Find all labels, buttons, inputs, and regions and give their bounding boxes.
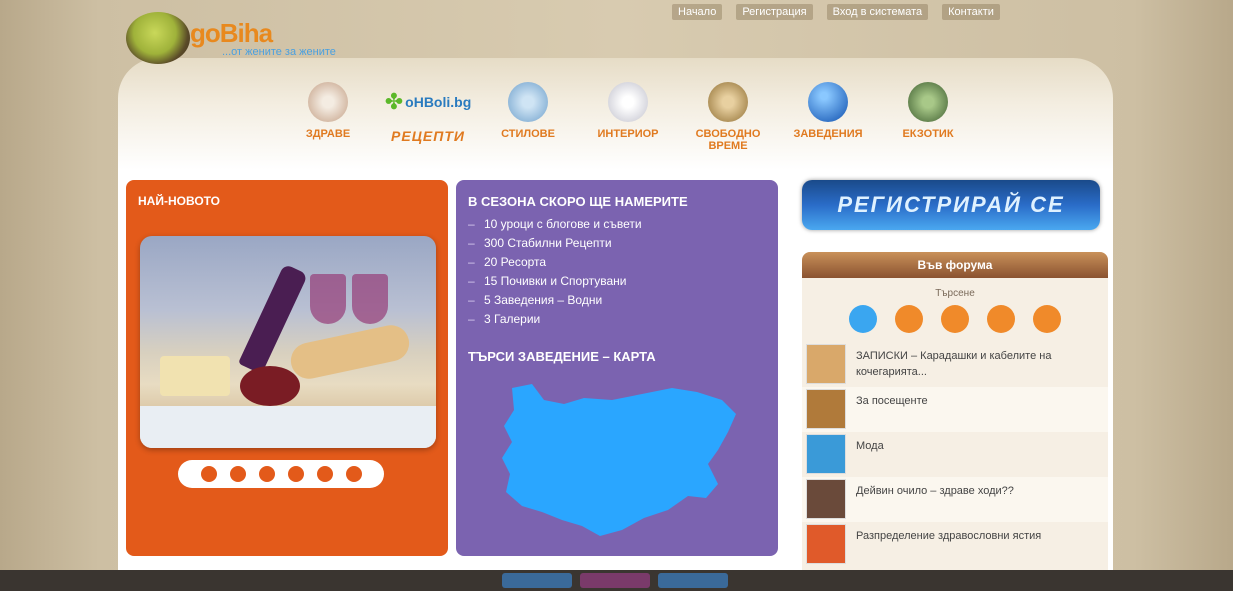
forum-news: ЗАПИСКИ – Карадашки и кабелите на кочега…: [802, 342, 1108, 567]
forum-tab[interactable]: [895, 305, 923, 333]
forum-tabs: [802, 299, 1108, 333]
leisure-icon: [708, 82, 748, 122]
nav-item-exotic[interactable]: Екзотик: [878, 82, 978, 152]
nav-label: Здраве: [305, 128, 351, 140]
forum-header: Във форума: [802, 252, 1108, 278]
list-item[interactable]: За посещенте: [802, 387, 1108, 432]
interior-icon: [608, 82, 648, 122]
news-thumbnail: [806, 524, 846, 564]
forum-tab[interactable]: [1033, 305, 1061, 333]
pager-dot[interactable]: [316, 466, 333, 482]
list-item: 3 Галерии: [468, 310, 766, 329]
logo-icon[interactable]: [126, 12, 190, 64]
pager-dot[interactable]: [345, 466, 362, 482]
news-thumbnail: [806, 479, 846, 519]
header: goBiha ...от жените за жените Здраве ✤ oH…: [118, 0, 1113, 170]
nav-label: Рецепти: [391, 128, 465, 144]
news-thumbnail: [806, 344, 846, 384]
list-item[interactable]: Разпределение здравословни ястия: [802, 522, 1108, 567]
news-thumbnail: [806, 389, 846, 429]
nav-label: Интериор: [597, 128, 659, 140]
globe-icon: [808, 82, 848, 122]
main-nav: Здраве ✤ oHBoli.bg Рецепти Стилове Интери…: [278, 82, 978, 152]
nav-item-leisure[interactable]: Свободно време: [678, 82, 778, 152]
footer-link[interactable]: [580, 573, 650, 588]
cheese: [160, 356, 230, 396]
health-icon: [308, 82, 348, 122]
news-title[interactable]: ЗАПИСКИ – Карадашки и кабелите на кочега…: [856, 344, 1104, 380]
tab-caption: Търсене: [935, 288, 975, 299]
news-title[interactable]: Мода: [856, 434, 884, 454]
news-title[interactable]: Дейвин очило – здраве ходи??: [856, 479, 1014, 499]
berries: [240, 366, 300, 406]
bread: [287, 321, 413, 383]
footer-bar: [0, 570, 1233, 591]
bulgaria-map[interactable]: [492, 380, 742, 546]
forum-panel: Търсене ЗАПИСКИ – Карадашки и кабелите н…: [802, 278, 1108, 570]
list-item: 300 Стабилни Рецепти: [468, 234, 766, 253]
latest-panel: Най-новото: [126, 180, 448, 556]
nav-item-health[interactable]: Здраве: [278, 82, 378, 152]
wine-glass: [352, 274, 388, 324]
nav-label: Свободно време: [695, 128, 761, 152]
footer-link[interactable]: [502, 573, 572, 588]
list-item[interactable]: ЗАПИСКИ – Карадашки и кабелите на кочега…: [802, 342, 1108, 387]
list-item: 5 Заведения – Водни: [468, 291, 766, 310]
list-item[interactable]: Дейвин очило – здраве ходи??: [802, 477, 1108, 522]
forum-tab[interactable]: [849, 305, 877, 333]
forum-tab[interactable]: [987, 305, 1015, 333]
list-item: 20 Ресорта: [468, 253, 766, 272]
nav-item-places[interactable]: Заведения: [778, 82, 878, 152]
logo-tagline: ...от жените за жените: [222, 46, 336, 58]
list-item: 10 уроци с блогове и съвети: [468, 215, 766, 234]
news-thumbnail: [806, 434, 846, 474]
pager-dot[interactable]: [229, 466, 246, 482]
style-icon: [508, 82, 548, 122]
pager-dot[interactable]: [258, 466, 275, 482]
register-button[interactable]: РЕГИСТРИРАЙ СЕ: [802, 180, 1100, 230]
news-title[interactable]: Разпределение здравословни ястия: [856, 524, 1041, 544]
nav-item-recipes[interactable]: ✤ oHBoli.bg Рецепти: [378, 82, 478, 152]
plate: [140, 406, 436, 448]
ohboli-logo-icon: ✤ oHBoli.bg: [384, 89, 472, 114]
wine-glass: [310, 274, 346, 324]
coming-soon-panel: В сезона скоро ще намерите 10 уроци с бл…: [456, 180, 778, 556]
nav-item-interior[interactable]: Интериор: [578, 82, 678, 152]
footer-link[interactable]: [658, 573, 728, 588]
nav-label: Заведения: [793, 128, 863, 140]
coming-soon-title: В сезона скоро ще намерите: [468, 194, 688, 209]
list-item: 15 Почивки и Спортувани: [468, 272, 766, 291]
forum-tab[interactable]: [941, 305, 969, 333]
nav-label: Стилове: [501, 128, 555, 140]
nav-item-styles[interactable]: Стилове: [478, 82, 578, 152]
news-title[interactable]: За посещенте: [856, 389, 928, 409]
logo-name[interactable]: goBiha: [190, 18, 273, 49]
ohboli-brand: oHBoli.bg: [405, 94, 472, 110]
nav-label: Екзотик: [902, 128, 954, 140]
list-item[interactable]: Мода: [802, 432, 1108, 477]
featured-photo[interactable]: [140, 236, 436, 448]
pager-dot[interactable]: [287, 466, 304, 482]
map-title: Търси заведение – карта: [468, 349, 656, 364]
pager-dot[interactable]: [200, 466, 217, 482]
travel-icon: [908, 82, 948, 122]
slider-pager: [178, 460, 384, 488]
coming-soon-list: 10 уроци с блогове и съвети 300 Стабилни…: [456, 215, 778, 329]
latest-title: Най-новото: [138, 194, 221, 208]
map-region[interactable]: [502, 384, 736, 536]
